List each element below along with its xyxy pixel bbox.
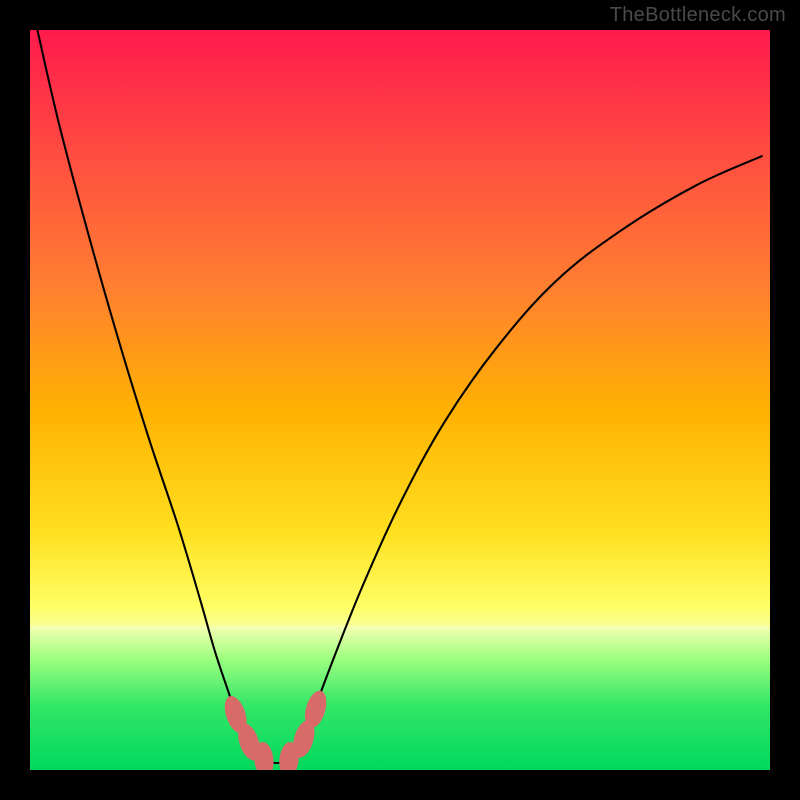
chart-container: TheBottleneck.com — [0, 0, 800, 800]
bottleneck-curve — [37, 30, 762, 763]
plot-area — [30, 30, 770, 770]
curve-layer — [30, 30, 770, 770]
watermark-text: TheBottleneck.com — [610, 4, 786, 27]
valley-markers — [221, 688, 331, 770]
